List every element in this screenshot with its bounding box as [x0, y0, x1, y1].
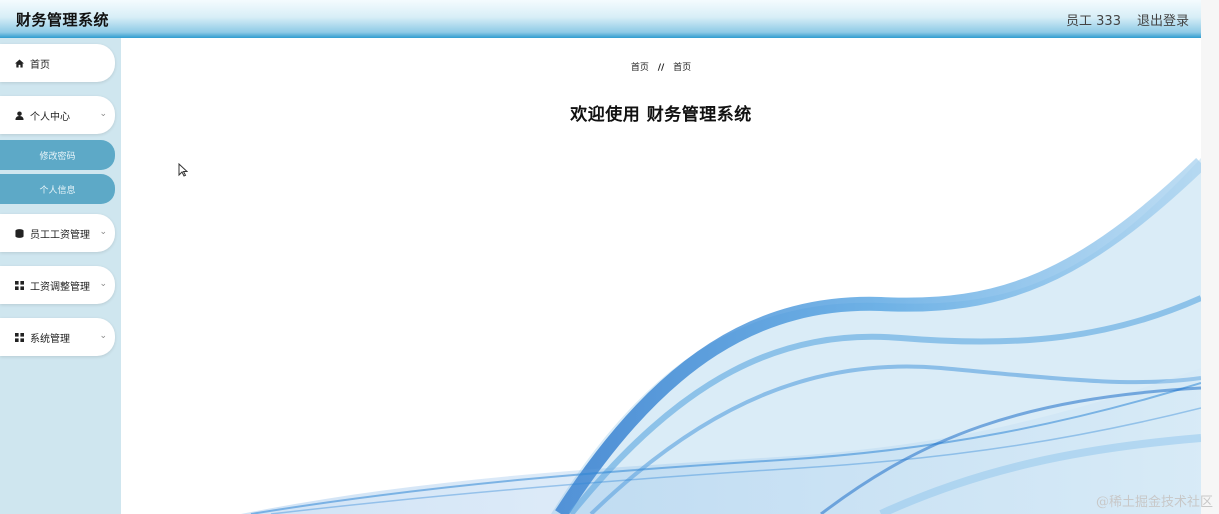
- logout-button[interactable]: 退出登录: [1137, 10, 1189, 29]
- grid-icon: [14, 280, 24, 290]
- breadcrumb-separator: //: [657, 63, 665, 73]
- chevron-down-icon: ⌄: [99, 227, 107, 237]
- app-title: 财务管理系统: [16, 10, 110, 29]
- sidebar: 首页 个人中心 ⌄ 修改密码 个人信息 员工工资管理 ⌄ 工资调整管理 ⌄ 系统…: [0, 38, 121, 514]
- home-icon: [14, 58, 24, 68]
- submenu-personal-info[interactable]: 个人信息: [0, 174, 115, 204]
- top-header: 财务管理系统 员工 333 退出登录: [0, 0, 1201, 38]
- chevron-down-icon: ⌄: [99, 279, 107, 289]
- breadcrumb: 首页 // 首页: [121, 60, 1201, 73]
- mouse-cursor-icon: [178, 163, 188, 177]
- user-label[interactable]: 员工 333: [1066, 10, 1121, 29]
- sidebar-item-salary[interactable]: 员工工资管理 ⌄: [0, 214, 115, 252]
- grid-icon: [14, 332, 24, 342]
- sidebar-item-salary-adjust[interactable]: 工资调整管理 ⌄: [0, 266, 115, 304]
- breadcrumb-home[interactable]: 首页: [631, 63, 649, 73]
- database-icon: [14, 228, 24, 238]
- sidebar-item-label: 系统管理: [30, 333, 70, 345]
- chevron-down-icon: ⌄: [99, 331, 107, 341]
- submenu-change-password[interactable]: 修改密码: [0, 140, 115, 170]
- watermark: @稀土掘金技术社区: [1095, 495, 1213, 510]
- welcome-title: 欢迎使用 财务管理系统: [570, 105, 752, 125]
- sidebar-item-label: 个人中心: [30, 111, 70, 123]
- sidebar-item-label: 工资调整管理: [30, 281, 90, 293]
- sidebar-item-home[interactable]: 首页: [0, 44, 115, 82]
- sidebar-item-label: 首页: [30, 59, 50, 71]
- sidebar-item-personal-center[interactable]: 个人中心 ⌄: [0, 96, 115, 134]
- breadcrumb-current: 首页: [673, 63, 692, 73]
- sidebar-item-label: 员工工资管理: [30, 229, 90, 241]
- header-actions: 员工 333 退出登录: [1066, 10, 1189, 29]
- chevron-down-icon: ⌄: [99, 109, 107, 119]
- right-edge: [1201, 0, 1219, 514]
- user-icon: [14, 110, 24, 120]
- sidebar-item-system[interactable]: 系统管理 ⌄: [0, 318, 115, 356]
- main-content: 首页 // 首页 欢迎使用 财务管理系统: [121, 38, 1201, 514]
- personal-submenu: 修改密码 个人信息: [0, 140, 121, 204]
